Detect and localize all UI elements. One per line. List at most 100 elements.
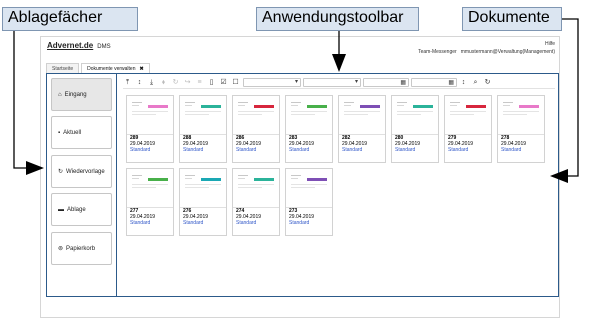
team-messenger-link[interactable]: Team-Messenger	[418, 49, 457, 55]
chevron-down-icon: ▾	[294, 79, 298, 85]
document-thumbnail	[289, 99, 330, 132]
archive-icon: ▬	[58, 206, 64, 213]
sort-order-icon[interactable]: ↕	[459, 78, 468, 87]
document-color-bar	[466, 105, 486, 108]
document-type-link[interactable]: Standard	[183, 220, 203, 226]
work-area: ⌂ Eingang ▪ Aktuell ↻ Wiedervorlage ▬ Ablage…	[46, 73, 559, 297]
document-color-bar	[519, 105, 539, 108]
briefcase-icon: ▪	[58, 129, 61, 136]
date-to-input[interactable]: ▦	[411, 78, 457, 87]
sort-icon[interactable]: ↕	[135, 78, 144, 87]
inbox-icon: ⌂	[58, 91, 62, 98]
document-type-link[interactable]: Standard	[342, 147, 362, 153]
document-type-link[interactable]: Standard	[289, 220, 309, 226]
close-icon[interactable]: ✖	[139, 66, 143, 72]
document-type-link[interactable]: Standard	[236, 220, 256, 226]
document-color-bar	[148, 178, 168, 181]
callout-toolbar: Anwendungstoolbar	[256, 7, 419, 31]
filter-dropdown-1[interactable]: ▾	[243, 78, 301, 87]
document-thumbnail	[448, 99, 489, 132]
document-type-link[interactable]: Standard	[183, 147, 203, 153]
folder-ablage[interactable]: ▬ Ablage	[51, 193, 112, 226]
document-thumbnail	[130, 99, 171, 132]
logo[interactable]: Advernet.de	[47, 41, 93, 50]
forward-icon[interactable]: ↪	[183, 78, 192, 87]
document-thumbnail	[183, 172, 224, 205]
document-card[interactable]: 283 29.04.2019 Standard	[285, 95, 333, 163]
document-type-link[interactable]: Standard	[130, 220, 150, 226]
document-type-link[interactable]: Standard	[501, 147, 521, 153]
folder-wiedervorlage[interactable]: ↻ Wiedervorlage	[51, 155, 112, 188]
folder-papierkorb[interactable]: ⊚ Papierkorb	[51, 232, 112, 265]
documents-connector	[562, 18, 579, 177]
search-icon[interactable]: ⌕	[471, 78, 480, 87]
reload-icon[interactable]: ↻	[483, 78, 492, 87]
calendar-icon: ▦	[400, 80, 406, 86]
document-thumbnail	[342, 99, 383, 132]
refresh-icon: ↻	[58, 169, 64, 175]
document-type-link[interactable]: Standard	[395, 147, 415, 153]
document-card[interactable]: 273 29.04.2019 Standard	[285, 168, 333, 236]
help-link[interactable]: Hilfe	[545, 41, 555, 47]
tab-bar: Startseite Dokumente verwalten ✖	[46, 63, 150, 73]
document-thumbnail	[289, 172, 330, 205]
folders-connector	[13, 31, 28, 169]
document-thumbnail	[183, 99, 224, 132]
document-card[interactable]: 276 29.04.2019 Standard	[179, 168, 227, 236]
document-color-bar	[307, 105, 327, 108]
document-color-bar	[360, 105, 380, 108]
document-color-bar	[254, 178, 274, 181]
document-card[interactable]: 282 29.04.2019 Standard	[338, 95, 386, 163]
document-grid: 289 29.04.2019 Standard 288 29.04.2019 Standa…	[123, 93, 555, 293]
document-thumbnail	[501, 99, 542, 132]
folder-label: Eingang	[64, 91, 87, 98]
filter-dropdown-2[interactable]: ▾	[303, 78, 361, 87]
document-card[interactable]: 278 29.04.2019 Standard	[497, 95, 545, 163]
folder-label: Ablage	[67, 206, 86, 213]
upload-icon[interactable]: ⤒	[123, 78, 132, 87]
document-card[interactable]: 289 29.04.2019 Standard	[126, 95, 174, 163]
document-type-link[interactable]: Standard	[448, 147, 468, 153]
document-color-bar	[201, 105, 221, 108]
document-card[interactable]: 286 29.04.2019 Standard	[232, 95, 280, 163]
list-icon[interactable]: ≡	[195, 78, 204, 87]
document-type-link[interactable]: Standard	[289, 147, 309, 153]
app-toolbar: ⤒ ↕ ⤓ ⬧ ↻ ↪ ≡ ▯ ☑ ☐ ▾ ▾ ▦ ▦ ↕ ⌕ ↻	[123, 77, 555, 89]
tab-label: Dokumente verwalten	[87, 66, 136, 72]
app-window: Advernet.de DMS Hilfe Team-Messenger mmust…	[40, 36, 560, 318]
document-card[interactable]: 288 29.04.2019 Standard	[179, 95, 227, 163]
document-card[interactable]: 279 29.04.2019 Standard	[444, 95, 492, 163]
checkbox-icon[interactable]: ☐	[231, 78, 240, 87]
document-card[interactable]: 274 29.04.2019 Standard	[232, 168, 280, 236]
document-color-bar	[413, 105, 433, 108]
checkbox-checked-icon[interactable]: ☑	[219, 78, 228, 87]
document-type-link[interactable]: Standard	[130, 147, 150, 153]
callout-folders: Ablagefächer	[2, 7, 138, 31]
tab-startseite[interactable]: Startseite	[46, 63, 80, 73]
file-icon[interactable]: ▯	[207, 78, 216, 87]
document-card[interactable]: 277 29.04.2019 Standard	[126, 168, 174, 236]
folder-eingang[interactable]: ⌂ Eingang	[51, 78, 112, 111]
download-icon[interactable]: ⤓	[147, 78, 156, 87]
tab-label: Startseite	[52, 66, 74, 72]
folder-label: Wiedervorlage	[66, 168, 105, 175]
user-account[interactable]: mmustermann@Verwaltung(Management)	[461, 49, 555, 55]
brand: Advernet.de DMS	[47, 41, 111, 50]
tag-icon[interactable]: ⬧	[159, 78, 168, 87]
folder-aktuell[interactable]: ▪ Aktuell	[51, 116, 112, 149]
document-color-bar	[148, 105, 168, 108]
document-thumbnail	[236, 99, 277, 132]
document-card[interactable]: 280 29.04.2019 Standard	[391, 95, 439, 163]
document-color-bar	[307, 178, 327, 181]
rotate-icon[interactable]: ↻	[171, 78, 180, 87]
date-from-input[interactable]: ▦	[363, 78, 409, 87]
trash-icon: ⊚	[58, 246, 64, 252]
folder-sidebar: ⌂ Eingang ▪ Aktuell ↻ Wiedervorlage ▬ Ablage…	[47, 74, 117, 296]
tab-dokumente-verwalten[interactable]: Dokumente verwalten ✖	[81, 63, 150, 73]
folder-label: Aktuell	[63, 129, 82, 136]
calendar-icon: ▦	[448, 80, 454, 86]
document-color-bar	[254, 105, 274, 108]
product-name: DMS	[97, 44, 111, 50]
chevron-down-icon: ▾	[354, 79, 358, 85]
document-type-link[interactable]: Standard	[236, 147, 256, 153]
